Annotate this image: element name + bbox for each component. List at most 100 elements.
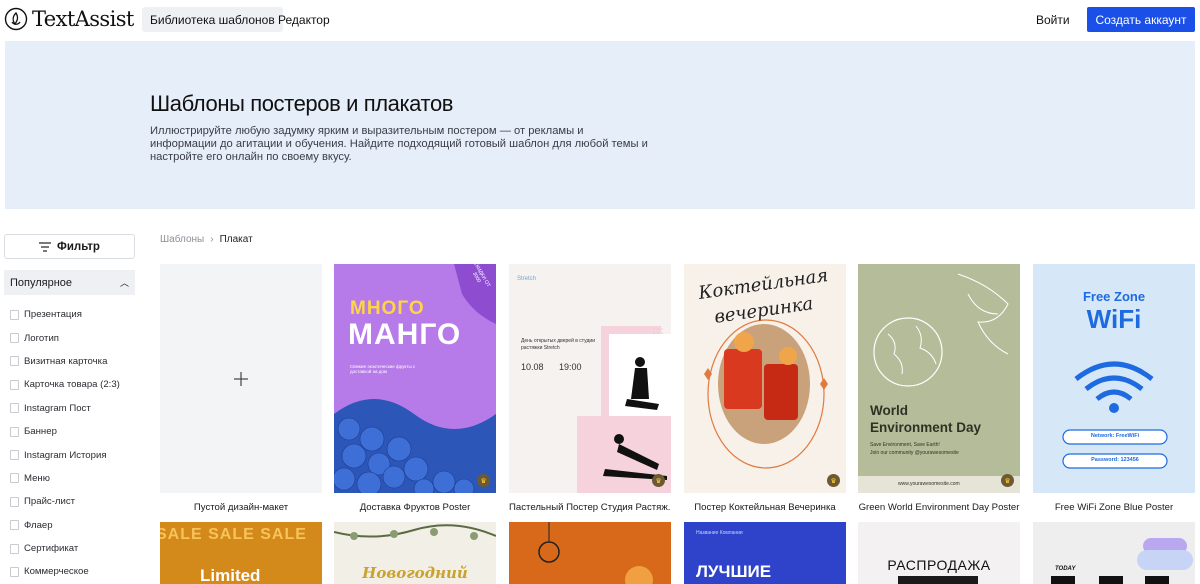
template-card-wifi[interactable]: Free Zone WiFi Network: FreeWiFi Passwor… [1033,264,1195,513]
poster-title2: Environment Day [870,420,982,435]
template-thumb[interactable]: SALE SALE SALE Limited [160,522,322,584]
poster-sub2: Join our community @yourawesomesite [870,450,959,456]
document-icon [10,309,19,320]
login-button[interactable]: Войти [1026,8,1080,32]
template-thumb[interactable]: Новогодний [334,522,496,584]
poster-title2: WiFi [1086,304,1142,334]
today-poster-art [1051,538,1193,584]
template-card-today[interactable]: TODAY [1033,522,1195,584]
template-thumb[interactable]: TODAY [1033,522,1195,584]
document-icon [10,426,19,437]
category-item[interactable]: Презентация [10,303,135,326]
template-thumb[interactable]: РАСПРОДАЖА [858,522,1020,584]
category-label: Баннер [24,426,57,438]
poster-top: Название Компании [696,530,743,536]
category-item[interactable]: Коммерческое [10,560,135,583]
poster-url: www.yourawesomesite.com [898,481,960,487]
template-label: Постер Коктейльная Вечеринка [694,502,836,513]
template-thumb[interactable]: СКИДКИ ОТ 3000 МНОГО МАНГО Свежие экзоти… [334,264,496,493]
top-nav: TextAssist Библиотека шаблонов Редактор … [0,0,1200,40]
template-thumb[interactable]: World Environment Day Save Environment, … [858,264,1020,493]
category-label: Instagram Пост [24,402,91,414]
poster-sub: Свежие экзотические фрукты с доставкой н… [350,364,416,374]
poster-brand: Stretch [517,276,537,282]
category-item[interactable]: Баннер [10,420,135,443]
template-card-mango[interactable]: СКИДКИ ОТ 3000 МНОГО МАНГО Свежие экзоти… [334,264,496,513]
filter-label: Фильтр [57,240,100,253]
category-item[interactable]: Визитная карточка [10,350,135,373]
poster-title1: Free Zone [1082,289,1146,304]
poster-text: РАСПРОДАЖА [887,557,991,573]
poster-text: TODAY [1055,566,1076,572]
tab-template-library[interactable]: Библиотека шаблонов [142,7,283,32]
template-label: Пастельный Постер Студия Растяж... [509,502,671,513]
breadcrumb: Шаблоны › Плакат [160,234,253,245]
logo-text: TextAssist [32,7,134,31]
poster-line1: День открытых дверей в студии растяжки S… [521,338,595,351]
chevron-right-icon: › [210,234,214,245]
popular-section-label: Популярное [10,276,73,289]
signup-button[interactable]: Создать аккаунт [1087,7,1195,32]
category-item[interactable]: Instagram История [10,443,135,466]
document-icon [10,403,19,414]
poster-text: ЛУЧШИЕ [696,562,772,581]
poster-text: Новогодний [362,564,468,582]
category-item[interactable]: Карточка товара (2:3) [10,373,135,396]
category-label: Меню [24,472,50,484]
category-item[interactable]: Instagram Пост [10,397,135,420]
template-card-sale[interactable]: SALE SALE SALE Limited [160,522,322,584]
premium-crown-icon: ♛ [477,474,490,487]
category-item[interactable]: Сертификат [10,537,135,560]
poster-bar [898,576,978,584]
page-description: Иллюстрируйте любую задумку ярким и выра… [150,125,648,163]
template-thumb[interactable]: Free Zone WiFi Network: FreeWiFi Passwor… [1033,264,1195,493]
template-thumb[interactable] [160,264,322,493]
template-card-blank[interactable]: Пустой дизайн-макет [160,264,322,513]
template-card-sale-ru[interactable]: РАСПРОДАЖА [858,522,1020,584]
category-label: Instagram История [24,449,107,461]
poster-date: 10.08 [521,362,544,372]
tab-editor[interactable]: Редактор [270,7,338,32]
template-label: Green World Environment Day Poster [858,502,1020,513]
template-card-newyear[interactable]: Новогодний [334,522,496,584]
popular-section-toggle[interactable]: Популярное ︿ [4,270,135,295]
template-card-cocktail[interactable]: Коктейльная вечеринка ♛ Постер Коктейльн… [684,264,846,513]
template-thumb[interactable] [509,522,671,584]
breadcrumb-root[interactable]: Шаблоны [160,234,204,245]
template-card-world-env[interactable]: World Environment Day Save Environment, … [858,264,1020,513]
logo[interactable]: TextAssist [4,7,134,31]
document-icon [10,356,19,367]
template-thumb[interactable]: Stretch День открытых дверей в студии ра… [509,264,671,493]
document-icon [10,520,19,531]
category-label: Презентация [24,309,82,321]
category-label: Коммерческое [24,566,89,578]
page-title: Шаблоны постеров и плакатов [150,91,454,116]
filter-icon [39,241,52,252]
template-thumb[interactable]: Название Компании ЛУЧШИЕ [684,522,846,584]
document-icon [10,543,19,554]
category-label: Логотип [24,332,59,344]
premium-crown-icon: ♛ [652,474,665,487]
logo-icon [4,7,28,31]
category-item[interactable]: Меню [10,467,135,490]
globe-illustration [858,273,1020,493]
template-label: Доставка Фруктов Poster [359,502,471,513]
pumpkin-illustration [538,522,653,584]
template-label: Пустой дизайн-макет [193,502,289,513]
document-icon [10,473,19,484]
premium-crown-icon: ♛ [827,474,840,487]
chevron-up-icon: ︿ [119,278,129,288]
category-item[interactable]: Флаер [10,514,135,537]
template-card-stretch[interactable]: Stretch День открытых дверей в студии ра… [509,264,671,513]
template-thumb[interactable]: Коктейльная вечеринка ♛ [684,264,846,493]
filter-button[interactable]: Фильтр [4,234,135,259]
template-card-halloween[interactable] [509,522,671,584]
template-card-best[interactable]: Название Компании ЛУЧШИЕ [684,522,846,584]
category-item[interactable]: Прайс-лист [10,490,135,513]
document-icon [10,566,19,577]
category-label: Визитная карточка [24,355,108,367]
poster-title1: World [870,403,908,418]
category-item[interactable]: Логотип [10,326,135,349]
category-list: Презентация Логотип Визитная карточка Ка… [10,303,135,584]
poster-time: 19:00 [559,362,582,372]
